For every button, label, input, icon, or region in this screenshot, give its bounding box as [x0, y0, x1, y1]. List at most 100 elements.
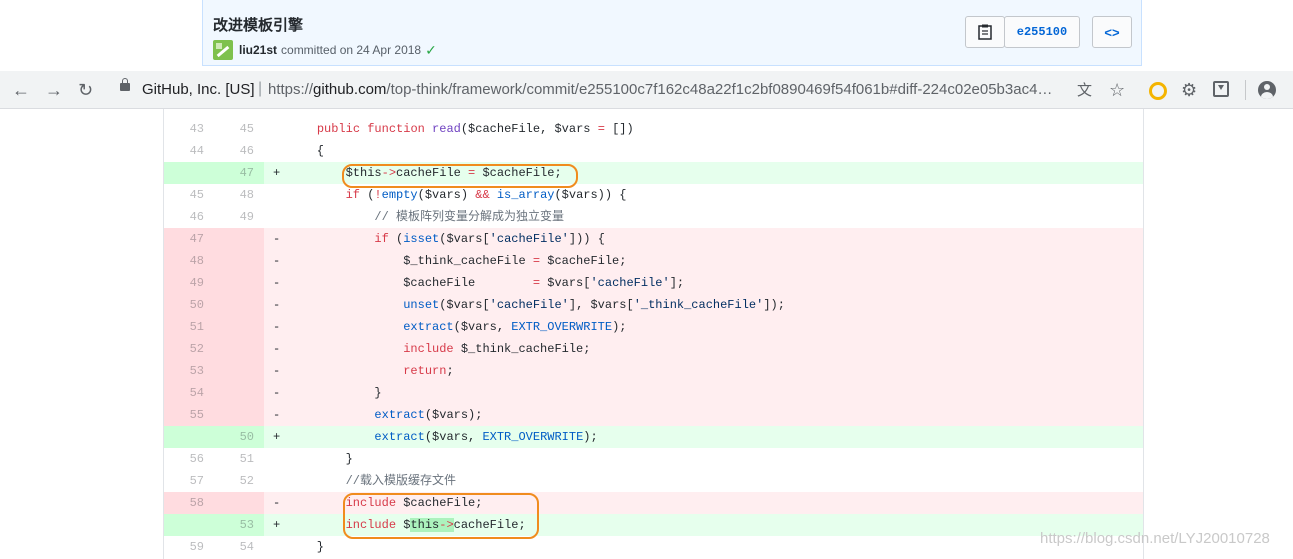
- old-line-number[interactable]: 55: [164, 404, 214, 426]
- star-icon[interactable]: ☆: [1109, 80, 1125, 100]
- new-line-number[interactable]: 46: [214, 140, 264, 162]
- commit-date: committed on 24 Apr 2018: [281, 43, 422, 57]
- old-line-number[interactable]: 54: [164, 382, 214, 404]
- code-line: return;: [403, 364, 454, 378]
- old-line-number[interactable]: 59: [164, 536, 214, 558]
- diff-row: 52 - include $_think_cacheFile;: [164, 338, 1143, 360]
- toolbar-divider: [1245, 80, 1246, 100]
- old-line-number[interactable]: 50: [164, 294, 214, 316]
- profile-icon[interactable]: [1258, 81, 1276, 99]
- diff-sign: -: [273, 408, 281, 422]
- new-line-number[interactable]: 48: [214, 184, 264, 206]
- diff-row: 53 - return;: [164, 360, 1143, 382]
- reload-icon[interactable]: ↻: [78, 80, 93, 100]
- new-line-number[interactable]: 49: [214, 206, 264, 228]
- author-link[interactable]: liu21st: [239, 43, 277, 57]
- code-line: extract($vars, EXTR_OVERWRITE);: [403, 320, 627, 334]
- old-line-number[interactable]: [164, 514, 214, 536]
- old-line-number[interactable]: 52: [164, 338, 214, 360]
- extension-circle-icon[interactable]: [1149, 82, 1167, 100]
- gear-icon[interactable]: ⚙: [1181, 80, 1197, 100]
- diff-row: 58 - include $cacheFile;: [164, 492, 1143, 514]
- old-line-number[interactable]: 46: [164, 206, 214, 228]
- commit-header: 改进模板引擎 liu21st committed on 24 Apr 2018 …: [202, 0, 1142, 66]
- diff-row: 43 45 public function read($cacheFile, $v…: [164, 118, 1143, 140]
- old-line-number[interactable]: 45: [164, 184, 214, 206]
- old-line-number[interactable]: [164, 426, 214, 448]
- diff-sign: -: [273, 320, 281, 334]
- author-avatar[interactable]: [213, 40, 233, 60]
- old-line-number[interactable]: 56: [164, 448, 214, 470]
- new-line-number[interactable]: [214, 272, 264, 294]
- diff-sign: [264, 470, 288, 492]
- new-line-number[interactable]: 50: [214, 426, 264, 448]
- diff-row: 59 54 }: [164, 536, 1143, 558]
- diff-sign: [264, 118, 288, 140]
- diff-sign: -: [273, 386, 281, 400]
- new-line-number[interactable]: [214, 404, 264, 426]
- lock-icon[interactable]: [120, 78, 130, 91]
- browser-toolbar: ← → ↻ GitHub, Inc. [US] | https://github…: [0, 71, 1293, 109]
- old-line-number[interactable]: 47: [164, 228, 214, 250]
- diff-view: 43 45 public function read($cacheFile, $v…: [163, 109, 1144, 559]
- old-line-number[interactable]: 58: [164, 492, 214, 514]
- download-icon[interactable]: [1213, 81, 1229, 97]
- back-icon[interactable]: ←: [12, 80, 30, 100]
- diff-row: 46 49 // 模板阵列变量分解成为独立变量: [164, 206, 1143, 228]
- commit-title: 改进模板引擎: [213, 17, 304, 34]
- diff-sign: [264, 536, 288, 558]
- diff-row: 45 48 if (!empty($vars) && is_array($vars…: [164, 184, 1143, 206]
- diff-sign: +: [273, 518, 281, 532]
- new-line-number[interactable]: [214, 492, 264, 514]
- diff-row: 49 - $cacheFile = $vars['cacheFile'];: [164, 272, 1143, 294]
- url-host: github.com: [313, 81, 387, 98]
- new-line-number[interactable]: 54: [214, 536, 264, 558]
- old-line-number[interactable]: 43: [164, 118, 214, 140]
- site-identity[interactable]: GitHub, Inc. [US]: [142, 81, 255, 98]
- new-line-number[interactable]: [214, 228, 264, 250]
- old-line-number[interactable]: 51: [164, 316, 214, 338]
- new-line-number[interactable]: 45: [214, 118, 264, 140]
- diff-row: 56 51 }: [164, 448, 1143, 470]
- old-line-number[interactable]: 53: [164, 360, 214, 382]
- diff-row: 47 + $this->cacheFile = $cacheFile;: [164, 162, 1143, 184]
- new-line-number[interactable]: 53: [214, 514, 264, 536]
- old-line-number[interactable]: 49: [164, 272, 214, 294]
- url-path: /top-think/framework/commit/e255100c7f16…: [386, 81, 1053, 98]
- new-line-number[interactable]: [214, 316, 264, 338]
- translate-icon[interactable]: 文: [1077, 81, 1092, 101]
- address-bar[interactable]: https://github.com/top-think/framework/c…: [268, 81, 1052, 98]
- old-line-number[interactable]: 48: [164, 250, 214, 272]
- forward-icon[interactable]: →: [45, 80, 63, 100]
- check-icon: ✓: [425, 41, 437, 58]
- code-line: //载入模版缓存文件: [345, 474, 457, 488]
- new-line-number[interactable]: [214, 338, 264, 360]
- diff-sign: [264, 448, 288, 470]
- diff-sign: -: [273, 276, 281, 290]
- old-line-number[interactable]: 57: [164, 470, 214, 492]
- commit-sha-button[interactable]: e255100: [1004, 16, 1080, 48]
- new-line-number[interactable]: 47: [214, 162, 264, 184]
- watermark: https://blog.csdn.net/LYJ20010728: [1040, 530, 1270, 547]
- old-line-number[interactable]: 44: [164, 140, 214, 162]
- diff-row: 54 - }: [164, 382, 1143, 404]
- new-line-number[interactable]: [214, 360, 264, 382]
- code-line: public function read($cacheFile, $vars =…: [316, 122, 634, 136]
- code-line: include $this->cacheFile;: [345, 518, 526, 532]
- new-line-number[interactable]: [214, 294, 264, 316]
- browse-files-button[interactable]: <>: [1092, 16, 1132, 48]
- new-line-number[interactable]: 52: [214, 470, 264, 492]
- code-line: $_think_cacheFile = $cacheFile;: [288, 254, 627, 268]
- diff-sign: +: [273, 166, 281, 180]
- new-line-number[interactable]: [214, 250, 264, 272]
- copy-sha-button[interactable]: [965, 16, 1005, 48]
- diff-sign: -: [273, 298, 281, 312]
- clipboard-icon: [978, 24, 992, 40]
- new-line-number[interactable]: 51: [214, 448, 264, 470]
- code-line: {: [288, 144, 325, 158]
- diff-row: 50 + extract($vars, EXTR_OVERWRITE);: [164, 426, 1143, 448]
- old-line-number[interactable]: [164, 162, 214, 184]
- new-line-number[interactable]: [214, 382, 264, 404]
- diff-row: 51 - extract($vars, EXTR_OVERWRITE);: [164, 316, 1143, 338]
- code-line: unset($vars['cacheFile'], $vars['_think_…: [403, 298, 785, 312]
